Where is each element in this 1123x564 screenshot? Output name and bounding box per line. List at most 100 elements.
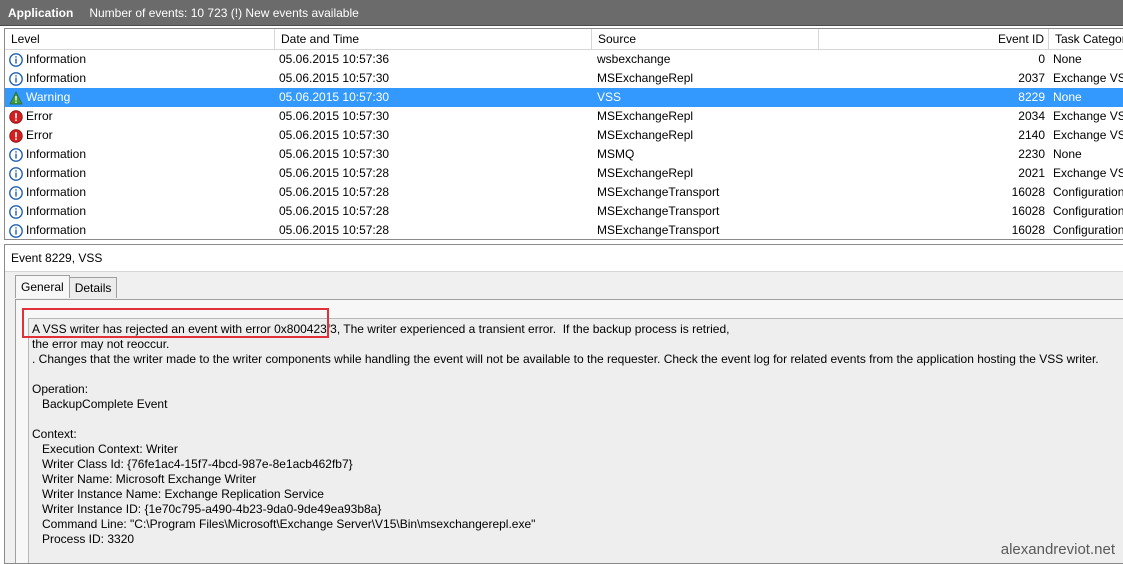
event-id: 16028 [1011,185,1045,199]
error-icon [9,109,23,124]
event-level-label: Information [26,204,87,218]
detail-tabs: General Details [15,275,118,299]
event-date: 05.06.2015 10:57:30 [279,109,390,123]
description-line: . Changes that the writer made to the wr… [32,352,1099,366]
event-level: Information [9,221,274,239]
event-row[interactable]: Information 05.06.2015 10:57:28 MSExchange… [5,164,1123,183]
info-icon [9,223,23,238]
event-id: 2230 [1018,147,1045,161]
column-event-id[interactable]: Event ID [819,29,1049,49]
event-row[interactable]: Information 05.06.2015 10:57:36 wsbexchang… [5,50,1123,69]
event-level-label: Information [26,71,87,85]
event-description[interactable]: A VSS writer has rejected an event with … [28,318,1123,563]
event-level: Information [9,164,274,183]
tab-details[interactable]: Details [68,277,118,298]
column-task-category[interactable]: Task Category [1049,29,1123,49]
event-date: 05.06.2015 10:57:30 [279,71,390,85]
event-source: wsbexchange [597,52,671,66]
description-line: the error may not reoccur. [32,337,170,351]
event-id: 2037 [1018,71,1045,85]
event-source: MSExchangeRepl [597,71,694,85]
event-row[interactable]: Warning 05.06.2015 10:57:30 VSS 8229 None [5,88,1123,107]
description-line: Process ID: 3320 [32,532,135,546]
event-level-label: Error [26,109,53,123]
warning-icon [9,90,23,105]
column-headers: Level Date and Time Source Event ID Task… [5,29,1123,50]
event-id: 2034 [1018,109,1045,123]
event-level-label: Information [26,166,87,180]
event-task-category: Exchange VSS [1053,166,1123,180]
event-date: 05.06.2015 10:57:36 [279,52,390,66]
description-line: Writer Class Id: {76fe1ac4-15f7-4bcd-987… [32,457,353,471]
event-task-category: Configuration [1053,204,1123,218]
error-icon [9,128,23,143]
description-line: Execution Context: Writer [32,442,178,456]
event-level-label: Information [26,147,87,161]
event-level-label: Information [26,223,87,237]
description-line: Operation: [32,382,89,396]
event-source: MSExchangeRepl [597,128,694,142]
event-date: 05.06.2015 10:57:30 [279,90,390,104]
event-task-category: Exchange VSS [1053,109,1123,123]
watermark: alexandreviot.net [1000,541,1115,558]
event-source: MSExchangeRepl [597,109,694,123]
event-task-category: Configuration [1053,185,1123,199]
event-level: Information [9,145,274,164]
event-date: 05.06.2015 10:57:28 [279,204,390,218]
event-source: MSMQ [597,147,635,161]
description-line: Writer Instance ID: {1e70c795-a490-4b23-… [32,502,382,516]
event-date: 05.06.2015 10:57:30 [279,147,390,161]
info-icon [9,185,23,200]
description-line: Context: [32,427,77,441]
event-source: MSExchangeTransport [597,204,720,218]
event-date: 05.06.2015 10:57:28 [279,185,390,199]
column-level[interactable]: Level [5,29,275,49]
event-level-label: Information [26,52,87,66]
info-icon [9,204,23,219]
tab-general[interactable]: General [15,275,70,298]
event-row[interactable]: Information 05.06.2015 10:57:30 MSExchange… [5,69,1123,88]
event-level: Warning [9,88,274,107]
event-row[interactable]: Information 05.06.2015 10:57:28 MSExchange… [5,202,1123,221]
event-date: 05.06.2015 10:57:28 [279,223,390,237]
event-row[interactable]: Information 05.06.2015 10:57:28 MSExchange… [5,221,1123,239]
event-row[interactable]: Error 05.06.2015 10:57:30 MSExchangeRepl 20… [5,107,1123,126]
event-level-label: Warning [26,90,71,104]
event-row[interactable]: Information 05.06.2015 10:57:30 MSMQ 2230 No… [5,145,1123,164]
event-id: 2140 [1018,128,1045,142]
event-source: MSExchangeRepl [597,166,694,180]
event-id: 2021 [1018,166,1045,180]
description-line: Writer Name: Microsoft Exchange Writer [32,472,257,486]
event-date: 05.06.2015 10:57:30 [279,128,390,142]
info-icon [9,147,23,162]
description-line: Command Line: "C:\Program Files\Microsof… [32,517,536,531]
event-date: 05.06.2015 10:57:28 [279,166,390,180]
event-id: 0 [1038,52,1045,66]
description-line: A VSS writer has rejected an event with … [32,322,730,336]
event-level: Information [9,202,274,221]
log-name: Application [8,5,74,20]
event-id: 16028 [1011,223,1045,237]
description-line: BackupComplete Event [32,397,168,411]
event-id: 8229 [1018,90,1045,104]
event-detail-title: Event 8229, VSS [5,245,1123,272]
column-date[interactable]: Date and Time [275,29,592,49]
event-count: Number of events: 10 723 (!) New events … [89,5,359,20]
column-source[interactable]: Source [592,29,819,49]
description-line: Writer Instance Name: Exchange Replicati… [32,487,324,501]
description-line [32,367,1123,382]
event-list[interactable]: Level Date and Time Source Event ID Task… [4,28,1123,240]
info-icon [9,71,23,86]
event-row[interactable]: Error 05.06.2015 10:57:30 MSExchangeRepl 21… [5,126,1123,145]
event-level: Information [9,50,274,69]
log-header: Application Number of events: 10 723 (!)… [0,0,1123,26]
info-icon [9,166,23,181]
event-task-category: Exchange VSS [1053,71,1123,85]
event-task-category: None [1053,52,1082,66]
event-level: Error [9,107,274,126]
event-level: Information [9,69,274,88]
event-detail-pane: Event 8229, VSS General Details A VSS wr… [4,244,1123,564]
event-source: MSExchangeTransport [597,223,720,237]
event-row[interactable]: Information 05.06.2015 10:57:28 MSExchange… [5,183,1123,202]
event-task-category: None [1053,147,1082,161]
